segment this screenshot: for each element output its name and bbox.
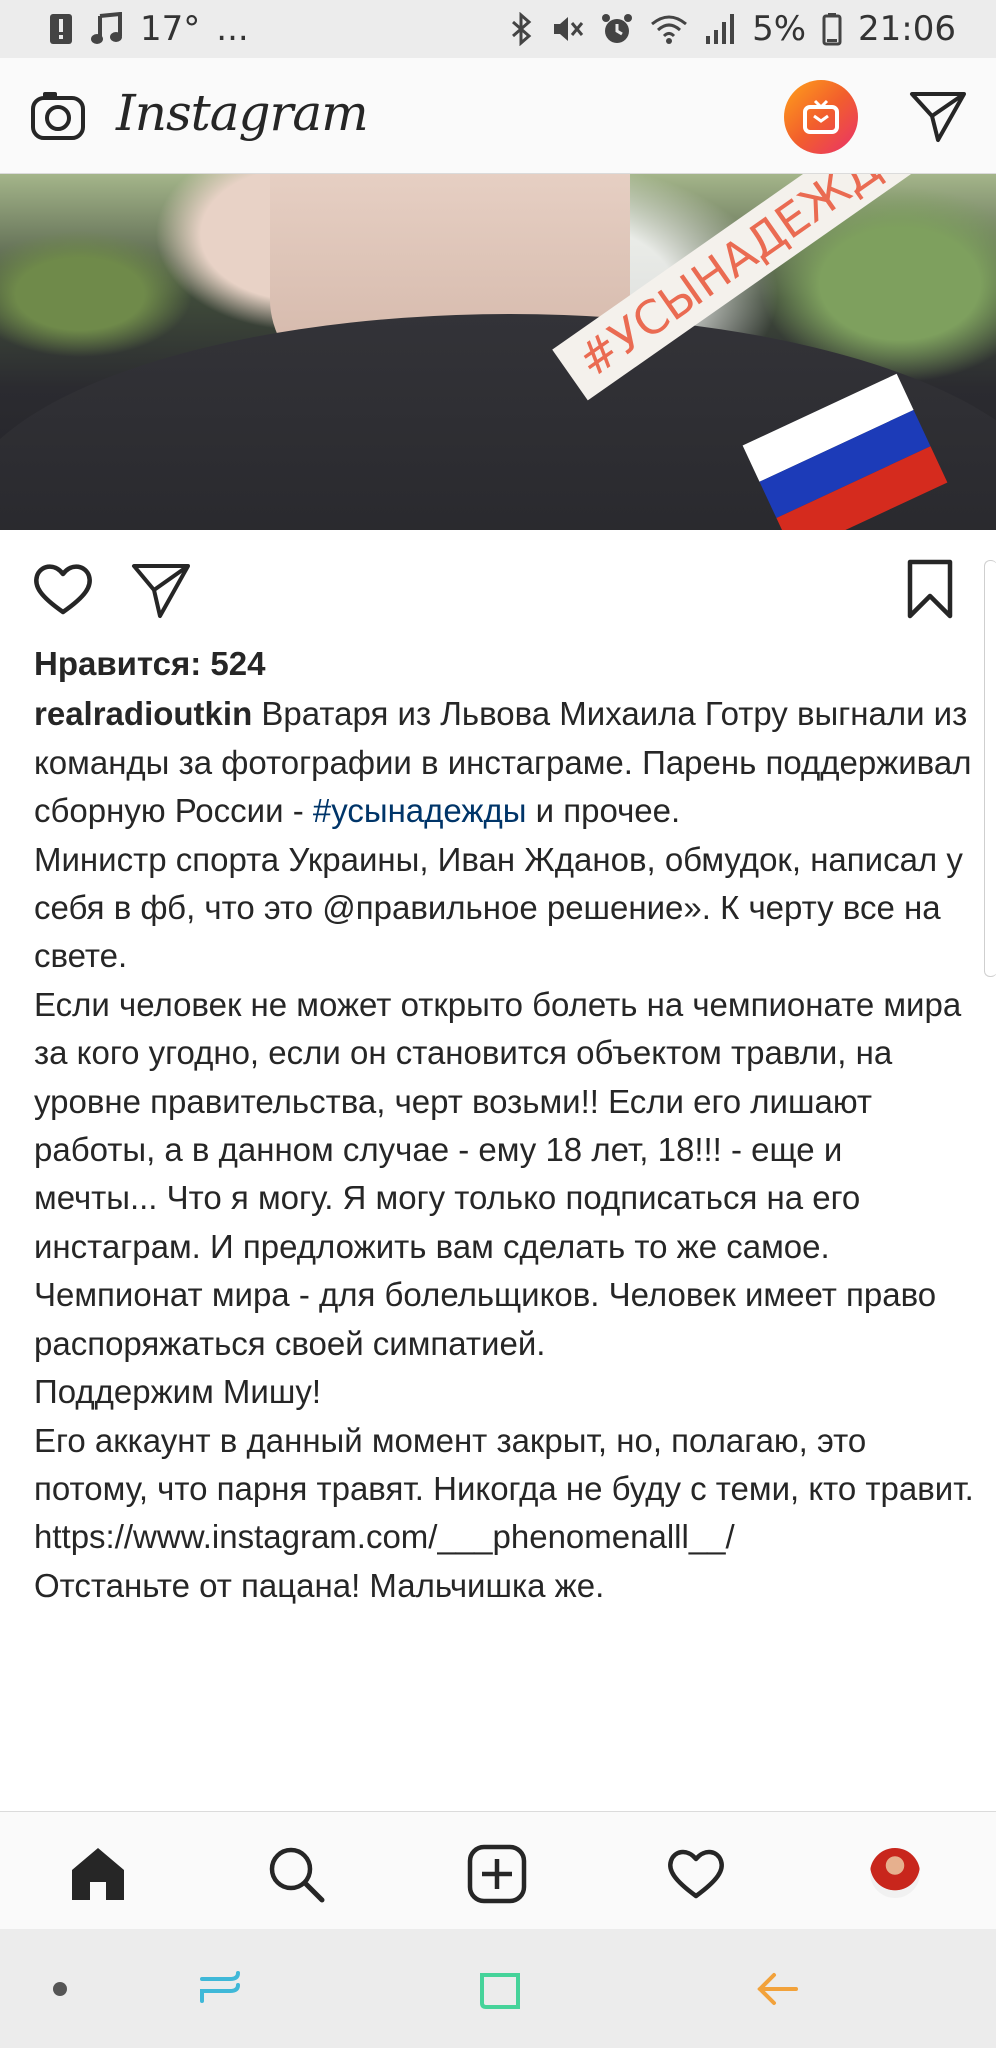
signal-icon (706, 14, 735, 44)
hashtag-link[interactable]: #усынадежды (313, 792, 527, 829)
like-heart-icon[interactable] (32, 558, 94, 620)
mute-icon (554, 17, 584, 41)
app-header: Instagram (0, 58, 996, 174)
home-icon[interactable] (68, 1844, 128, 1904)
caption-after-hashtag: и прочее. (535, 792, 681, 830)
share-icon[interactable] (130, 558, 192, 620)
instagram-logo[interactable]: Instagram (116, 84, 369, 142)
nav-dot-icon[interactable] (40, 1967, 80, 2011)
bluetooth-icon (512, 12, 532, 46)
caption-line: Если человек не может открыто болеть на … (34, 985, 962, 1265)
recent-apps-icon[interactable] (196, 1967, 244, 2011)
caption-line: Министр спорта Украины, Иван Жданов, обм… (34, 840, 963, 975)
activity-heart-icon[interactable] (666, 1844, 726, 1904)
post-username[interactable]: realradioutkin (34, 695, 252, 732)
bookmark-icon[interactable] (902, 558, 958, 620)
back-icon[interactable] (754, 1967, 802, 2011)
wifi-icon (651, 15, 688, 44)
caption-line: Отстаньте от пацана! Мальчишка же. (34, 1566, 605, 1604)
caption-line: Его аккаунт в данный момент закрыт, но, … (34, 1421, 974, 1507)
igtv-icon[interactable] (784, 80, 858, 154)
more-notifications-text: ... (216, 9, 249, 49)
search-icon[interactable] (266, 1844, 326, 1904)
post-caption: Нравится: 524 realradioutkin Вратаря из … (34, 640, 974, 1610)
battery-icon (822, 13, 842, 46)
caption-line: Чемпионат мира - для болельщиков. Челове… (34, 1276, 937, 1362)
caption-first-paragraph: realradioutkin Вратаря из Львова Михаила… (34, 690, 974, 835)
post-actions (0, 530, 996, 640)
battery-percent-text: 5% (752, 9, 807, 49)
alarm-icon (602, 14, 633, 43)
status-bar: 17° ... 5% 21:06 (0, 0, 996, 58)
bottom-navigation (0, 1811, 996, 1929)
likes-count[interactable]: Нравится: 524 (34, 640, 974, 688)
alert-notification-icon (50, 14, 72, 44)
camera-icon[interactable] (30, 88, 86, 144)
profile-avatar[interactable] (870, 1848, 920, 1898)
music-note-icon (91, 12, 122, 44)
new-post-icon[interactable] (467, 1844, 527, 1904)
caption-url-line: https://www.instagram.com/___phenomenall… (34, 1518, 735, 1556)
post-photo[interactable]: #УСЫНАДЕЖДЫ (0, 174, 996, 530)
scroll-indicator[interactable] (984, 560, 996, 977)
home-button-icon[interactable] (476, 1967, 524, 2011)
direct-message-icon[interactable] (908, 88, 968, 144)
system-navigation-bar (0, 1929, 996, 2048)
caption-line: Поддержим Мишу! (34, 1373, 321, 1411)
clock-text: 21:06 (858, 9, 956, 49)
temperature-text: 17° (140, 9, 201, 49)
